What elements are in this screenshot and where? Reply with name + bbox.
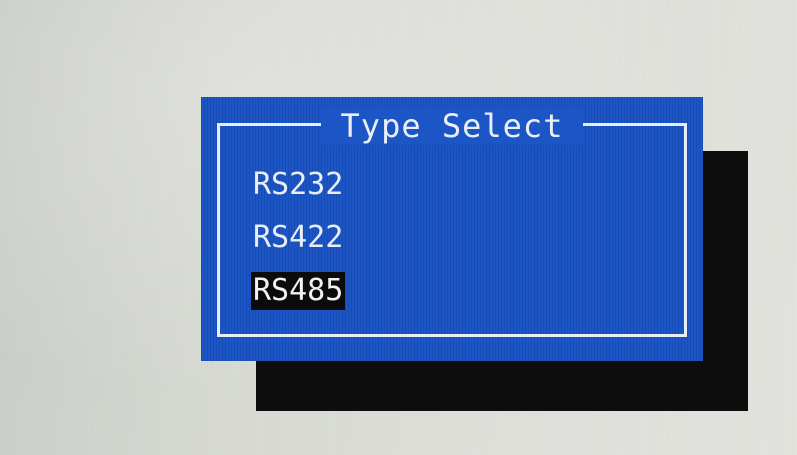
option-rs232[interactable]: RS232 [251,166,345,204]
type-select-dialog: Type Select RS232 RS422 RS485 [201,97,703,361]
option-rs422[interactable]: RS422 [251,219,345,257]
option-rs485[interactable]: RS485 [251,272,346,310]
